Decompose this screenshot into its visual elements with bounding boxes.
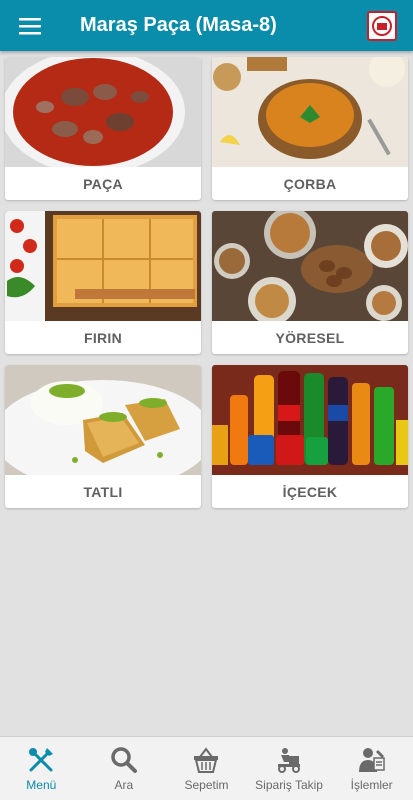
restaurant-logo[interactable] [367, 10, 397, 41]
page-title: Maraş Paça (Masa-8) [80, 14, 277, 36]
nav-menu[interactable]: Menü [0, 737, 83, 800]
category-card-yoresel[interactable]: YÖRESEL [212, 211, 408, 354]
nav-actions[interactable]: İşlemler [330, 737, 413, 800]
nav-order-tracking[interactable]: Sipariş Takip [248, 737, 331, 800]
category-card-firin[interactable]: FIRIN [5, 211, 201, 354]
nav-label: İşlemler [350, 777, 393, 792]
category-label: TATLI [83, 483, 123, 500]
lentil-soup-photo [212, 57, 408, 167]
hamburger-icon [19, 17, 41, 34]
category-card-paca[interactable]: PAÇA [5, 57, 201, 200]
nav-label: Sepetim [184, 777, 229, 792]
basket-icon [194, 746, 219, 773]
category-card-tatli[interactable]: TATLI [5, 365, 201, 508]
nav-basket[interactable]: Sepetim [165, 737, 248, 800]
category-card-icecek[interactable]: İÇECEK [212, 365, 408, 508]
category-label: FIRIN [83, 329, 123, 346]
category-label: YÖRESEL [275, 329, 345, 346]
nav-label: Sipariş Takip [255, 777, 323, 792]
nav-label: Menü [26, 777, 57, 792]
baklava-dessert-photo [5, 365, 201, 475]
nav-label: Ara [114, 777, 134, 792]
soft-drinks-photo [212, 365, 408, 475]
category-label: PAÇA [83, 175, 123, 192]
category-grid: PAÇA ÇORBA FIRIN YÖRESEL TATLI İÇECEK [5, 57, 408, 508]
regional-dishes-photo [212, 211, 408, 321]
search-icon [111, 746, 137, 773]
menu-button[interactable] [0, 0, 60, 51]
category-card-corba[interactable]: ÇORBA [212, 57, 408, 200]
nav-search[interactable]: Ara [83, 737, 166, 800]
oven-pide-photo [5, 211, 201, 321]
category-label: İÇECEK [282, 483, 338, 500]
app-bar: Maraş Paça (Masa-8) [0, 0, 413, 51]
fork-knife-icon [29, 747, 54, 771]
bottom-navigation: Menü Ara Sepetim Sipariş Takip İşlemler [0, 736, 413, 800]
paca-soup-photo [5, 57, 201, 167]
category-label: ÇORBA [283, 175, 337, 192]
logo-icon [372, 15, 392, 36]
delivery-icon [278, 747, 301, 773]
user-settings-icon [358, 747, 385, 772]
